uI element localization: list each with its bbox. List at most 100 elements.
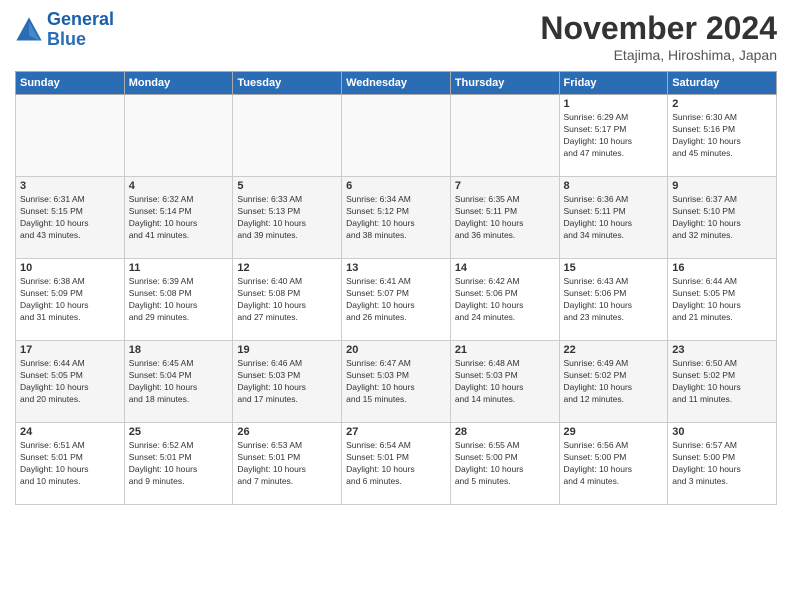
day-number: 7	[455, 180, 555, 192]
day-header-tuesday: Tuesday	[233, 72, 342, 95]
day-info: Sunrise: 6:38 AM Sunset: 5:09 PM Dayligh…	[20, 276, 120, 324]
day-info: Sunrise: 6:56 AM Sunset: 5:00 PM Dayligh…	[564, 440, 664, 488]
calendar-cell: 21 Sunrise: 6:48 AM Sunset: 5:03 PM Dayli…	[450, 341, 559, 423]
calendar-cell: 3 Sunrise: 6:31 AM Sunset: 5:15 PM Daylig…	[16, 177, 125, 259]
day-number: 12	[237, 262, 337, 274]
title-block: November 2024 Etajima, Hiroshima, Japan	[540, 10, 777, 63]
day-info: Sunrise: 6:34 AM Sunset: 5:12 PM Dayligh…	[346, 194, 446, 242]
day-info: Sunrise: 6:37 AM Sunset: 5:10 PM Dayligh…	[672, 194, 772, 242]
calendar-week-row: 3 Sunrise: 6:31 AM Sunset: 5:15 PM Daylig…	[16, 177, 777, 259]
calendar-cell: 2 Sunrise: 6:30 AM Sunset: 5:16 PM Daylig…	[668, 95, 777, 177]
page-container: General Blue November 2024 Etajima, Hiro…	[0, 0, 792, 515]
calendar-week-row: 17 Sunrise: 6:44 AM Sunset: 5:05 PM Dayli…	[16, 341, 777, 423]
calendar-cell: 27 Sunrise: 6:54 AM Sunset: 5:01 PM Dayli…	[342, 423, 451, 505]
day-number: 16	[672, 262, 772, 274]
day-number: 24	[20, 426, 120, 438]
day-number: 14	[455, 262, 555, 274]
day-number: 17	[20, 344, 120, 356]
day-number: 9	[672, 180, 772, 192]
day-number: 30	[672, 426, 772, 438]
day-info: Sunrise: 6:55 AM Sunset: 5:00 PM Dayligh…	[455, 440, 555, 488]
calendar-cell: 17 Sunrise: 6:44 AM Sunset: 5:05 PM Dayli…	[16, 341, 125, 423]
calendar-cell	[233, 95, 342, 177]
day-info: Sunrise: 6:42 AM Sunset: 5:06 PM Dayligh…	[455, 276, 555, 324]
calendar-cell	[450, 95, 559, 177]
day-info: Sunrise: 6:48 AM Sunset: 5:03 PM Dayligh…	[455, 358, 555, 406]
calendar-week-row: 10 Sunrise: 6:38 AM Sunset: 5:09 PM Dayli…	[16, 259, 777, 341]
calendar-cell: 22Sunrise: 6:49 AM Sunset: 5:02 PM Dayli…	[559, 341, 668, 423]
day-number: 27	[346, 426, 446, 438]
day-header-thursday: Thursday	[450, 72, 559, 95]
day-header-monday: Monday	[124, 72, 233, 95]
day-number: 6	[346, 180, 446, 192]
day-number: 19	[237, 344, 337, 356]
day-info: Sunrise: 6:41 AM Sunset: 5:07 PM Dayligh…	[346, 276, 446, 324]
calendar-cell: 25 Sunrise: 6:52 AM Sunset: 5:01 PM Dayli…	[124, 423, 233, 505]
day-info: Sunrise: 6:39 AM Sunset: 5:08 PM Dayligh…	[129, 276, 229, 324]
calendar-cell: 18 Sunrise: 6:45 AM Sunset: 5:04 PM Dayli…	[124, 341, 233, 423]
calendar-cell	[342, 95, 451, 177]
day-number: 23	[672, 344, 772, 356]
day-number: 20	[346, 344, 446, 356]
month-title: November 2024	[540, 10, 777, 47]
day-info: Sunrise: 6:49 AM Sunset: 5:02 PM Dayligh…	[564, 358, 664, 406]
day-number: 25	[129, 426, 229, 438]
logo: General Blue	[15, 10, 114, 50]
day-header-friday: Friday	[559, 72, 668, 95]
day-info: Sunrise: 6:30 AM Sunset: 5:16 PM Dayligh…	[672, 112, 772, 160]
calendar-cell: 11 Sunrise: 6:39 AM Sunset: 5:08 PM Dayli…	[124, 259, 233, 341]
day-number: 1	[564, 98, 664, 110]
calendar-cell	[16, 95, 125, 177]
day-number: 5	[237, 180, 337, 192]
day-number: 11	[129, 262, 229, 274]
day-info: Sunrise: 6:44 AM Sunset: 5:05 PM Dayligh…	[672, 276, 772, 324]
logo-text: General Blue	[47, 10, 114, 50]
location-subtitle: Etajima, Hiroshima, Japan	[540, 47, 777, 63]
calendar-cell: 24 Sunrise: 6:51 AM Sunset: 5:01 PM Dayli…	[16, 423, 125, 505]
day-number: 2	[672, 98, 772, 110]
day-info: Sunrise: 6:32 AM Sunset: 5:14 PM Dayligh…	[129, 194, 229, 242]
day-header-sunday: Sunday	[16, 72, 125, 95]
day-info: Sunrise: 6:43 AM Sunset: 5:06 PM Dayligh…	[564, 276, 664, 324]
calendar-cell: 29 Sunrise: 6:56 AM Sunset: 5:00 PM Dayli…	[559, 423, 668, 505]
day-info: Sunrise: 6:44 AM Sunset: 5:05 PM Dayligh…	[20, 358, 120, 406]
day-number: 15	[564, 262, 664, 274]
day-info: Sunrise: 6:53 AM Sunset: 5:01 PM Dayligh…	[237, 440, 337, 488]
calendar-cell: 20Sunrise: 6:47 AM Sunset: 5:03 PM Dayli…	[342, 341, 451, 423]
calendar-cell: 16 Sunrise: 6:44 AM Sunset: 5:05 PM Dayli…	[668, 259, 777, 341]
day-number: 3	[20, 180, 120, 192]
calendar-cell: 8 Sunrise: 6:36 AM Sunset: 5:11 PM Daylig…	[559, 177, 668, 259]
calendar-cell: 10 Sunrise: 6:38 AM Sunset: 5:09 PM Dayli…	[16, 259, 125, 341]
calendar-cell: 26 Sunrise: 6:53 AM Sunset: 5:01 PM Dayli…	[233, 423, 342, 505]
day-info: Sunrise: 6:54 AM Sunset: 5:01 PM Dayligh…	[346, 440, 446, 488]
day-number: 29	[564, 426, 664, 438]
day-info: Sunrise: 6:31 AM Sunset: 5:15 PM Dayligh…	[20, 194, 120, 242]
day-number: 10	[20, 262, 120, 274]
day-info: Sunrise: 6:50 AM Sunset: 5:02 PM Dayligh…	[672, 358, 772, 406]
day-number: 21	[455, 344, 555, 356]
day-info: Sunrise: 6:29 AM Sunset: 5:17 PM Dayligh…	[564, 112, 664, 160]
day-number: 8	[564, 180, 664, 192]
day-info: Sunrise: 6:46 AM Sunset: 5:03 PM Dayligh…	[237, 358, 337, 406]
calendar-cell: 14 Sunrise: 6:42 AM Sunset: 5:06 PM Dayli…	[450, 259, 559, 341]
calendar-cell: 30 Sunrise: 6:57 AM Sunset: 5:00 PM Dayli…	[668, 423, 777, 505]
day-info: Sunrise: 6:45 AM Sunset: 5:04 PM Dayligh…	[129, 358, 229, 406]
day-info: Sunrise: 6:57 AM Sunset: 5:00 PM Dayligh…	[672, 440, 772, 488]
day-info: Sunrise: 6:36 AM Sunset: 5:11 PM Dayligh…	[564, 194, 664, 242]
calendar-cell: 28 Sunrise: 6:55 AM Sunset: 5:00 PM Dayli…	[450, 423, 559, 505]
calendar-week-row: 1 Sunrise: 6:29 AM Sunset: 5:17 PM Daylig…	[16, 95, 777, 177]
calendar-cell: 13 Sunrise: 6:41 AM Sunset: 5:07 PM Dayli…	[342, 259, 451, 341]
day-info: Sunrise: 6:33 AM Sunset: 5:13 PM Dayligh…	[237, 194, 337, 242]
day-info: Sunrise: 6:52 AM Sunset: 5:01 PM Dayligh…	[129, 440, 229, 488]
day-info: Sunrise: 6:51 AM Sunset: 5:01 PM Dayligh…	[20, 440, 120, 488]
day-number: 18	[129, 344, 229, 356]
calendar-cell: 4Sunrise: 6:32 AM Sunset: 5:14 PM Daylig…	[124, 177, 233, 259]
day-number: 13	[346, 262, 446, 274]
header: General Blue November 2024 Etajima, Hiro…	[15, 10, 777, 63]
day-number: 26	[237, 426, 337, 438]
day-number: 28	[455, 426, 555, 438]
day-header-wednesday: Wednesday	[342, 72, 451, 95]
calendar-cell	[124, 95, 233, 177]
calendar-cell: 1 Sunrise: 6:29 AM Sunset: 5:17 PM Daylig…	[559, 95, 668, 177]
calendar-cell: 6 Sunrise: 6:34 AM Sunset: 5:12 PM Daylig…	[342, 177, 451, 259]
